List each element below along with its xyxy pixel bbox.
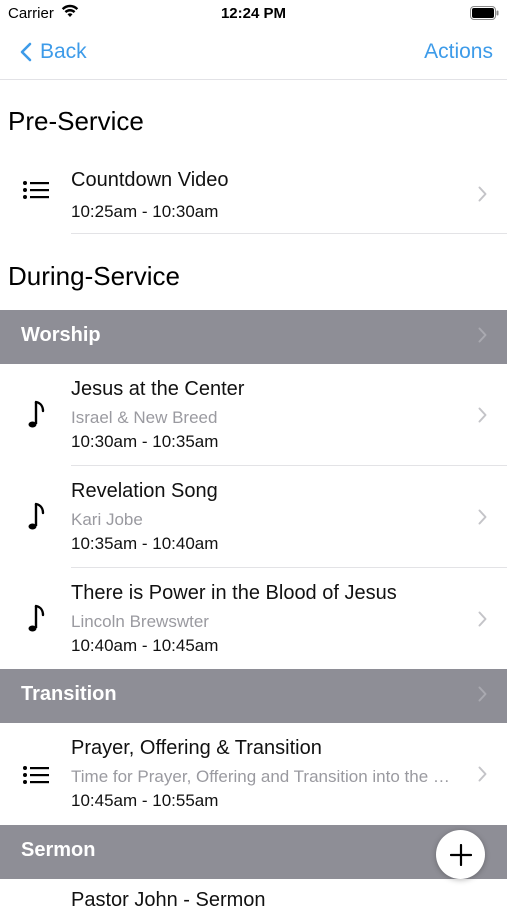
navigation-bar: Back Actions — [0, 28, 507, 80]
status-time: 12:24 PM — [220, 5, 287, 22]
plus-icon — [449, 843, 472, 866]
item-time: 10:45am - 10:55am — [71, 791, 219, 810]
item-time: 10:40am - 10:45am — [71, 636, 219, 655]
chevron-right-icon — [478, 766, 487, 787]
back-label: Back — [40, 40, 87, 63]
item-title: Revelation Song — [71, 480, 218, 502]
list-item[interactable]: Prayer, Offering & Transition Time for P… — [0, 723, 507, 825]
list-item[interactable]: Jesus at the Center Israel & New Breed 1… — [0, 364, 507, 466]
section-title-during-service: During-Service — [8, 261, 180, 291]
actions-button[interactable]: Actions — [424, 40, 493, 64]
item-title: Prayer, Offering & Transition — [71, 737, 322, 759]
chevron-right-icon — [478, 407, 487, 428]
item-time: 10:25am - 10:30am — [71, 202, 219, 221]
back-button[interactable]: Back — [20, 40, 87, 64]
item-title: Countdown Video — [71, 169, 229, 191]
item-title: Pastor John - Sermon — [71, 889, 266, 909]
item-subtitle: Lincoln Brewswter — [71, 612, 209, 631]
chevron-right-icon — [478, 686, 487, 707]
add-item-button[interactable] — [436, 830, 485, 879]
battery-icon — [470, 6, 499, 24]
item-subtitle: Israel & New Breed — [71, 408, 218, 427]
chevron-right-icon — [478, 186, 487, 207]
group-header-worship[interactable]: Worship — [0, 310, 507, 364]
item-subtitle: Kari Jobe — [71, 510, 143, 529]
chevron-left-icon — [20, 42, 32, 62]
chevron-right-icon — [478, 611, 487, 632]
status-bar: Carrier 12:24 PM — [0, 0, 507, 28]
music-note-icon — [27, 604, 45, 639]
list-item[interactable]: Pastor John - Sermon — [0, 879, 507, 909]
chevron-right-icon — [478, 509, 487, 530]
item-time: 10:35am - 10:40am — [71, 534, 219, 553]
group-label: Sermon — [21, 839, 96, 861]
item-time: 10:30am - 10:35am — [71, 432, 219, 451]
list-icon — [23, 181, 49, 204]
divider — [71, 233, 507, 234]
group-header-sermon[interactable]: Sermon — [0, 825, 507, 879]
music-note-icon — [27, 502, 45, 537]
chevron-right-icon — [478, 327, 487, 348]
music-note-icon — [27, 400, 45, 435]
list-item[interactable]: Revelation Song Kari Jobe 10:35am - 10:4… — [0, 466, 507, 568]
list-icon — [23, 766, 49, 789]
list-item[interactable]: There is Power in the Blood of Jesus Lin… — [0, 568, 507, 670]
group-header-transition[interactable]: Transition — [0, 669, 507, 723]
section-title-pre-service: Pre-Service — [8, 106, 144, 136]
group-label: Worship — [21, 324, 101, 346]
group-label: Transition — [21, 683, 117, 705]
list-item[interactable]: Countdown Video 10:25am - 10:30am — [0, 144, 507, 234]
item-title: Jesus at the Center — [71, 378, 245, 400]
item-title: There is Power in the Blood of Jesus — [71, 582, 397, 604]
item-subtitle: Time for Prayer, Offering and Transition… — [71, 767, 453, 786]
